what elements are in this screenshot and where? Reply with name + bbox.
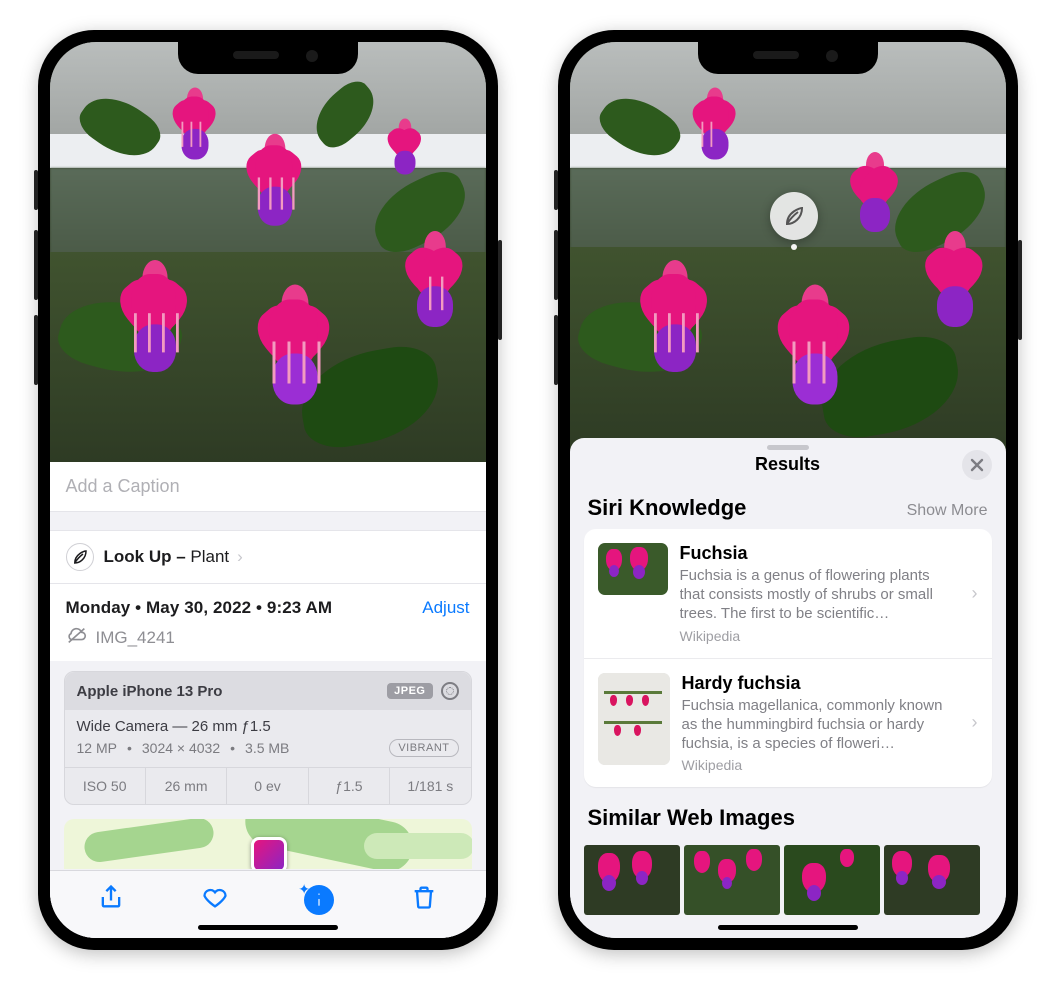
chevron-right-icon: ›	[237, 547, 243, 567]
chevron-right-icon: ›	[966, 712, 984, 733]
result-thumbnail	[598, 673, 670, 765]
similar-images-row[interactable]	[570, 845, 1006, 915]
exif-shutter: 1/181 s	[390, 768, 470, 804]
knowledge-item[interactable]: Fuchsia Fuchsia is a genus of flowering …	[584, 529, 992, 659]
visual-lookup-row[interactable]: Look Up – Plant ›	[50, 530, 486, 584]
lookup-label: Look Up – Plant	[104, 547, 230, 567]
notch	[698, 42, 878, 74]
photo-filename: IMG_4241	[96, 628, 175, 648]
knowledge-card: Fuchsia Fuchsia is a genus of flowering …	[584, 529, 992, 787]
result-title: Hardy fuchsia	[682, 673, 954, 694]
knowledge-item[interactable]: Hardy fuchsia Fuchsia magellanica, commo…	[584, 659, 992, 788]
photo-style-badge: VIBRANT	[389, 739, 458, 757]
result-description: Fuchsia magellanica, commonly known as t…	[682, 696, 954, 754]
home-indicator[interactable]	[718, 925, 858, 930]
favorite-button[interactable]	[201, 883, 229, 916]
adjust-button[interactable]: Adjust	[422, 598, 469, 618]
web-image-thumb[interactable]	[684, 845, 780, 915]
photo-metadata: Monday • May 30, 2022 • 9:23 AM Adjust I…	[50, 584, 486, 661]
exif-filesize: 3.5 MB	[245, 740, 289, 756]
photo-datetime: Monday • May 30, 2022 • 9:23 AM	[66, 598, 333, 618]
sheet-grabber[interactable]	[767, 445, 809, 450]
similar-images-heading: Similar Web Images	[588, 805, 795, 831]
siri-knowledge-heading: Siri Knowledge	[588, 495, 747, 521]
location-map[interactable]	[64, 819, 472, 869]
result-thumbnail	[598, 543, 668, 595]
result-description: Fuchsia is a genus of flowering plants t…	[680, 566, 954, 624]
format-badge: JPEG	[387, 683, 432, 699]
notch	[178, 42, 358, 74]
photo-preview[interactable]	[570, 42, 1006, 452]
results-sheet: Results Siri Knowledge Show More	[570, 438, 1006, 938]
leaf-icon	[66, 543, 94, 571]
web-image-thumb[interactable]	[784, 845, 880, 915]
share-button[interactable]	[97, 883, 125, 916]
result-source: Wikipedia	[680, 628, 954, 644]
web-image-thumb[interactable]	[584, 845, 680, 915]
result-source: Wikipedia	[682, 757, 954, 773]
exif-megapixels: 12 MP	[77, 740, 117, 756]
web-image-thumb[interactable]	[884, 845, 980, 915]
photo-preview[interactable]	[50, 42, 486, 462]
map-pin	[251, 837, 287, 869]
photo-info-panel: Add a Caption Look Up – Plant › Monday •…	[50, 462, 486, 938]
caption-input[interactable]: Add a Caption	[50, 462, 486, 512]
exif-aperture: ƒ1.5	[309, 768, 390, 804]
info-button-active[interactable]: ✦	[304, 885, 334, 915]
exif-device: Apple iPhone 13 Pro	[77, 683, 223, 700]
show-more-button[interactable]: Show More	[907, 502, 988, 520]
exif-focal: 26 mm	[146, 768, 227, 804]
result-title: Fuchsia	[680, 543, 954, 564]
exif-card[interactable]: Apple iPhone 13 Pro JPEG Wide Camera — 2…	[64, 671, 472, 805]
close-button[interactable]	[962, 450, 992, 480]
delete-button[interactable]	[410, 883, 438, 916]
phone-right: Results Siri Knowledge Show More	[558, 30, 1018, 950]
cloud-off-icon	[66, 624, 88, 651]
sparkle-icon: ✦	[298, 881, 310, 898]
sheet-title: Results	[584, 454, 992, 475]
exif-iso: ISO 50	[65, 768, 146, 804]
phone-left: Add a Caption Look Up – Plant › Monday •…	[38, 30, 498, 950]
exif-ev: 0 ev	[227, 768, 308, 804]
exif-dimensions: 3024 × 4032	[142, 740, 220, 756]
exif-lens: Wide Camera — 26 mm ƒ1.5	[77, 718, 459, 735]
home-indicator[interactable]	[198, 925, 338, 930]
live-photo-icon	[441, 682, 459, 700]
chevron-right-icon: ›	[966, 583, 984, 604]
visual-lookup-badge[interactable]	[770, 192, 818, 240]
